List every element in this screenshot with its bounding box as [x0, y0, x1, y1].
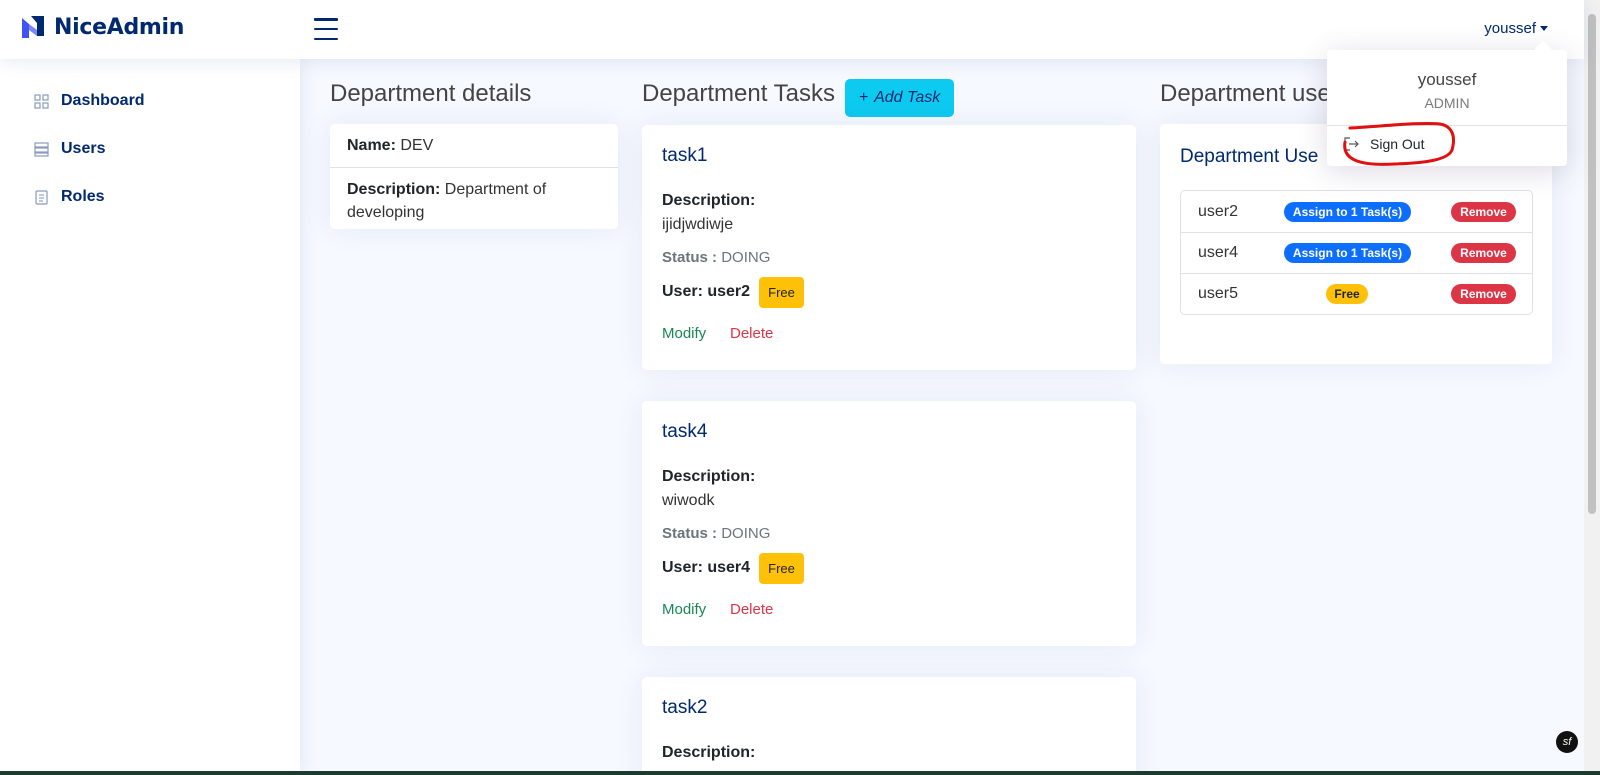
list-item: user4 Assign to 1 Task(s) Remove [1181, 232, 1532, 273]
profile-name: youssef [1417, 70, 1477, 89]
department-users-list: user2 Assign to 1 Task(s) Remove user4 A… [1180, 190, 1533, 315]
profile-role: ADMIN [1424, 95, 1470, 111]
task-user-free-badge: Free [759, 277, 804, 308]
department-description-row: Description: Department of developing [330, 167, 618, 234]
task-card: task4 Description: wiwodk Status : DOING… [642, 401, 1136, 646]
sign-out-label: Sign Out [1370, 136, 1425, 152]
logo-icon [22, 16, 44, 38]
task-card: task2 Description: [642, 677, 1136, 775]
sign-out-icon [1344, 137, 1359, 151]
sidebar-item-roles[interactable]: Roles [34, 188, 105, 206]
task-user-value: user2 [707, 283, 751, 300]
task-user-label: User: [662, 283, 703, 300]
page-scrollbar[interactable] [1584, 0, 1600, 775]
task-user-free-badge: Free [759, 553, 804, 584]
department-details-card: Name: DEV Description: Department of dev… [330, 124, 618, 229]
modify-task-link[interactable]: Modify [662, 601, 706, 618]
add-task-label: Add Task [874, 89, 941, 106]
task-description-label: Description: [662, 744, 756, 761]
list-item: user5 Free Remove [1181, 273, 1532, 314]
task-status: Status : DOING [662, 525, 770, 542]
task-status-value: DOING [721, 249, 771, 266]
menu-icon-bar [314, 27, 338, 31]
task-user: User: user2 [662, 283, 750, 301]
assign-tasks-badge[interactable]: Assign to 1 Task(s) [1284, 201, 1411, 222]
profile-dropdown: youssef ADMIN Sign Out [1327, 50, 1567, 166]
free-badge: Free [1326, 284, 1368, 304]
task-card: task1 Description: ijidjwdiwje Status : … [642, 125, 1136, 370]
department-description-label: Description: [347, 181, 441, 198]
task-user-label: User: [662, 559, 703, 576]
grid-icon [34, 93, 49, 109]
task-description: ijidjwdiwje [662, 216, 734, 233]
delete-task-link[interactable]: Delete [730, 601, 773, 618]
menu-icon-bar [314, 37, 338, 40]
sidebar-item-users[interactable]: Users [34, 140, 105, 158]
task-title: task2 [662, 697, 708, 718]
sidebar: Dashboard Users Roles [0, 59, 300, 775]
document-icon [35, 189, 48, 205]
department-details-title: Department details [330, 80, 532, 107]
sidebar-item-label: Dashboard [61, 92, 145, 109]
sidebar-item-dashboard[interactable]: Dashboard [34, 92, 145, 110]
list-item: user2 Assign to 1 Task(s) Remove [1181, 191, 1532, 232]
user-menu-name: youssef [1484, 20, 1536, 37]
task-description-label: Description: [662, 468, 756, 485]
task-description: wiwodk [662, 492, 715, 509]
user-name: user4 [1198, 244, 1239, 261]
task-title: task4 [662, 421, 708, 442]
sidebar-item-label: Roles [61, 188, 105, 205]
user-menu-toggle[interactable]: youssef [1484, 20, 1548, 37]
task-status: Status : DOING [662, 249, 770, 266]
delete-task-link[interactable]: Delete [730, 325, 773, 342]
brand-logo[interactable]: NiceAdmin [20, 14, 184, 40]
task-status-label: Status : [662, 249, 718, 266]
remove-user-button[interactable]: Remove [1451, 243, 1516, 263]
user-name: user5 [1198, 285, 1239, 302]
scrollbar-thumb[interactable] [1588, 14, 1596, 514]
task-user-value: user4 [707, 559, 751, 576]
remove-user-button[interactable]: Remove [1451, 201, 1516, 222]
sidebar-toggle-button[interactable] [314, 18, 338, 40]
sign-out-button[interactable]: Sign Out [1344, 136, 1424, 152]
task-status-label: Status : [662, 525, 718, 542]
list-icon [34, 141, 49, 157]
task-status-value: DOING [721, 525, 771, 542]
plus-icon: + [858, 89, 869, 106]
dropdown-divider [1327, 125, 1567, 126]
department-tasks-title: Department Tasks [642, 80, 835, 107]
caret-down-icon [1540, 26, 1548, 31]
task-description-label: Description: [662, 192, 756, 209]
department-users-title: Department use [1160, 80, 1331, 107]
department-users-card-title: Department Use [1180, 146, 1319, 167]
brand-name: NiceAdmin [54, 14, 185, 40]
department-name-value: DEV [400, 137, 434, 154]
task-title: task1 [662, 145, 708, 166]
remove-user-button[interactable]: Remove [1451, 284, 1516, 304]
menu-icon-bar [314, 18, 338, 21]
modify-task-link[interactable]: Modify [662, 325, 706, 342]
user-name: user2 [1198, 202, 1239, 220]
sidebar-item-label: Users [61, 140, 106, 157]
assign-tasks-badge[interactable]: Assign to 1 Task(s) [1284, 243, 1411, 263]
task-user: User: user4 [662, 559, 750, 577]
department-name-row: Name: DEV [330, 124, 618, 167]
add-task-button[interactable]: + Add Task [845, 79, 954, 117]
symfony-toolbar-icon[interactable]: sf [1556, 731, 1578, 753]
department-name-label: Name: [347, 137, 396, 154]
bottom-bar [0, 771, 1600, 775]
